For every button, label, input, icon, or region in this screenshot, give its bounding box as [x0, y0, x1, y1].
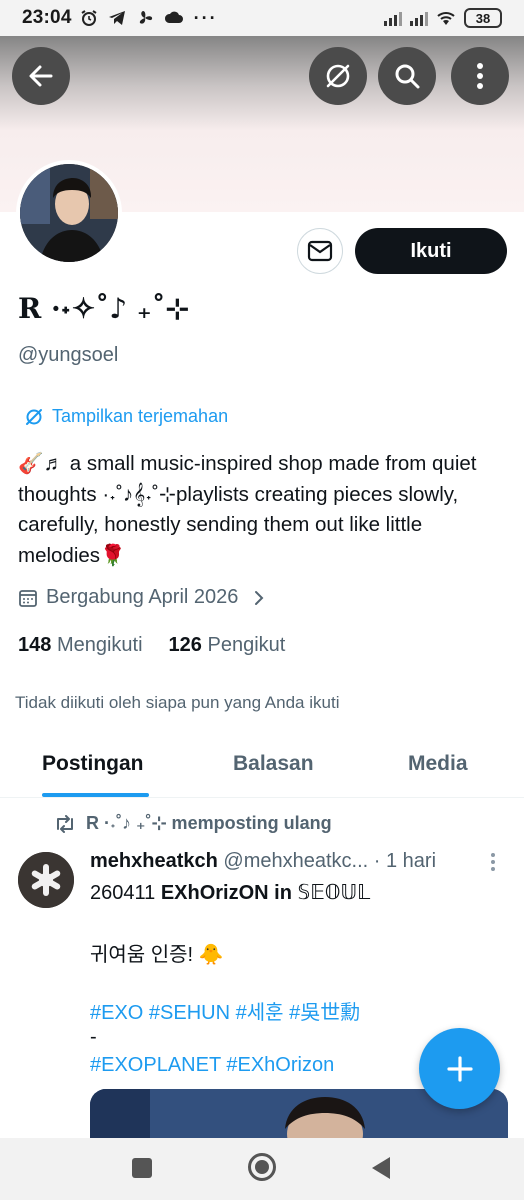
more-vertical-icon [477, 63, 483, 89]
following-link[interactable]: 148 Mengikuti [18, 634, 143, 657]
joined-date[interactable]: Bergabung April 2026 [18, 586, 266, 609]
status-time: 23:04 [22, 7, 72, 28]
mail-icon [307, 240, 333, 262]
followers-label: Pengikut [207, 634, 286, 656]
post-event-name: EXhOrizON in [160, 882, 298, 904]
post-time: · 1 hari [373, 850, 437, 872]
post-header: mehxheatkch @mehxheatkc... · 1 hari [90, 850, 436, 873]
wifi-icon [437, 12, 455, 25]
more-options-button[interactable] [451, 47, 509, 105]
profile-tabs: Postingan Balasan Media [0, 738, 524, 798]
message-button[interactable] [297, 228, 343, 274]
post-author-handle[interactable]: @mehxheatkc... [223, 850, 368, 872]
repost-text: R ·˖˚♪ ₊˚⊹ memposting ulang [86, 813, 332, 833]
home-circle-icon [248, 1153, 276, 1181]
back-nav-button[interactable] [370, 1155, 392, 1186]
post-date-code: 260411 [90, 882, 161, 904]
home-button[interactable] [247, 1152, 277, 1187]
cloud-icon [164, 11, 183, 23]
post-event-city: 𝕊𝔼𝕆𝕌𝕃 [297, 882, 371, 904]
display-name: R ·˖✧˚♪ ₊˚⊹ [18, 292, 190, 325]
profile-handle: @yungsoel [18, 344, 119, 366]
active-tab-indicator [42, 793, 149, 797]
signal-1-icon [384, 10, 402, 26]
search-button[interactable] [378, 47, 436, 105]
status-left-icons: ··· [80, 8, 218, 29]
post-author-name[interactable]: mehxheatkch [90, 850, 218, 872]
plus-icon [446, 1055, 473, 1082]
follow-stats: 148 Mengikuti 126 Pengikut [18, 634, 285, 657]
profile-avatar[interactable] [16, 160, 122, 266]
translate-off-icon [326, 64, 350, 88]
more-dots-icon: ··· [193, 7, 218, 28]
profile-bio: 🎸♬ a small music-inspired shop made from… [18, 452, 477, 567]
post-text-line-1: 260411 EXhOrizON in 𝕊𝔼𝕆𝕌𝕃 [90, 880, 370, 905]
post-hashtags-2[interactable]: #EXOPLANET #EXhOrizon [90, 1054, 334, 1077]
avatar-photo [20, 164, 118, 262]
translate-off-button[interactable] [309, 47, 367, 105]
recents-button[interactable] [131, 1157, 153, 1184]
signal-2-icon [410, 10, 428, 26]
compose-post-button[interactable] [419, 1028, 500, 1109]
not-followed-notice: Tidak diikuti oleh siapa pun yang Anda i… [15, 693, 340, 712]
repost-icon [57, 814, 73, 833]
arrow-left-icon [29, 65, 53, 87]
recents-square-icon [132, 1158, 152, 1178]
back-button[interactable] [12, 47, 70, 105]
calendar-icon [19, 589, 37, 607]
more-vertical-icon [491, 853, 495, 871]
chevron-right-icon [255, 590, 264, 605]
alarm-icon [81, 10, 97, 26]
search-icon [395, 64, 420, 89]
show-translation-label: Tampilkan terjemahan [52, 406, 229, 426]
status-right-icons: 38 [384, 8, 502, 28]
followers-count: 126 [168, 634, 202, 656]
followers-link[interactable]: 126 Pengikut [169, 634, 286, 657]
battery-icon: 38 [464, 8, 502, 28]
repost-indicator: R ·˖˚♪ ₊˚⊹ memposting ulang [54, 813, 332, 834]
joined-label: Bergabung April 2026 [46, 586, 239, 608]
post-hashtags-1[interactable]: #EXO #SEHUN #세훈 #吳世勳 [90, 996, 360, 1025]
post-avatar-image [18, 852, 74, 908]
tab-replies[interactable]: Balasan [233, 752, 314, 776]
following-label: Mengikuti [56, 634, 143, 656]
translate-icon [26, 408, 42, 425]
post-dash: - [90, 1026, 97, 1048]
telegram-icon [108, 11, 125, 25]
follow-button[interactable]: Ikuti [355, 228, 507, 274]
tab-posts[interactable]: Postingan [42, 752, 144, 776]
battery-level: 38 [475, 10, 491, 26]
fan-icon [139, 11, 152, 24]
android-nav-bar [0, 1138, 524, 1200]
back-triangle-icon [372, 1157, 390, 1179]
post-author-avatar[interactable] [18, 852, 74, 908]
show-translation-link[interactable]: Tampilkan terjemahan [24, 406, 228, 427]
tab-media[interactable]: Media [408, 752, 468, 776]
following-count: 148 [18, 634, 52, 656]
post-more-button[interactable] [488, 852, 498, 872]
post-text-line-2: 귀여움 인증! 🐥 [90, 944, 224, 966]
status-bar: 23:04 ··· 38 [0, 0, 524, 36]
